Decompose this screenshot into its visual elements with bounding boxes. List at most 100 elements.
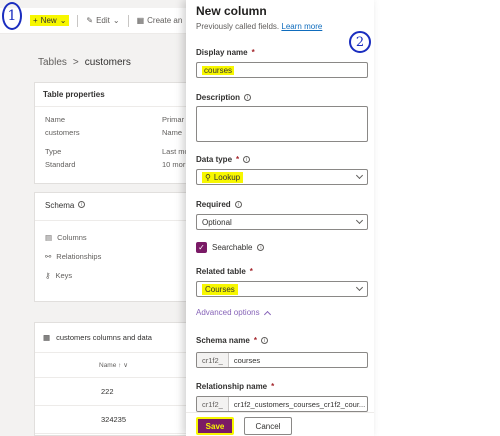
description-label-text: Description (196, 93, 241, 102)
divider (127, 14, 129, 27)
related-table-dropdown[interactable]: Courses (196, 281, 368, 297)
panel-title: New column (196, 4, 267, 18)
prop-label: Type (45, 147, 62, 156)
table-row[interactable]: 222 (35, 378, 187, 406)
chevron-down-icon: ⌄ (59, 16, 67, 25)
relationship-name-prefix: cr1f2_ (197, 397, 229, 411)
new-label: New (40, 16, 57, 25)
searchable-checkbox[interactable]: ✓ (196, 242, 207, 253)
key-icon: ⚷ (45, 271, 51, 280)
data-type-dropdown[interactable]: ⚲ Lookup (196, 169, 368, 185)
annotation-circle-2: 2 (349, 31, 371, 53)
cancel-button[interactable]: Cancel (244, 417, 292, 435)
display-name-input[interactable]: courses (196, 62, 368, 78)
info-icon: i (260, 337, 268, 344)
display-name-label-text: Display name (196, 48, 248, 57)
breadcrumb-current: customers (84, 57, 131, 68)
schema-item-keys[interactable]: ⚷ Keys (35, 265, 187, 284)
command-bar: + New ⌄ ✎ Edit ⌄ ▦ Create an (0, 8, 186, 34)
display-name-value: courses (202, 65, 235, 75)
table-properties-card: Table properties Name Primar customers N… (34, 82, 189, 184)
info-icon: i (234, 201, 242, 208)
advanced-options-label: Advanced options (196, 308, 260, 317)
chevron-down-icon (355, 216, 364, 225)
schema-name-value: courses (233, 355, 261, 365)
required-marker: * (236, 155, 240, 164)
schema-name-prefix: cr1f2_ (197, 353, 229, 367)
search-icon: ⚲ (205, 172, 211, 182)
searchable-label: Searchable (212, 243, 253, 252)
breadcrumb-tables[interactable]: Tables (38, 57, 67, 68)
relationships-icon: ⚯ (45, 252, 52, 261)
relationship-name-value: cr1f2_customers_courses_cr1f2_cour... (233, 399, 366, 409)
related-table-label-text: Related table (196, 267, 246, 276)
schema-card: Schema i ▤ Columns ⚯ Relationships ⚷ Key… (34, 192, 188, 302)
breadcrumb: Tables > customers (38, 57, 131, 68)
required-dropdown[interactable]: Optional (196, 214, 368, 230)
columns-data-title-text: customers columns and data (56, 333, 152, 342)
create-label: Create an (147, 16, 183, 25)
chevron-down-icon (355, 283, 364, 292)
relationship-name-label: Relationship name * (196, 382, 274, 391)
data-type-selected: ⚲ Lookup (202, 171, 244, 183)
info-icon: i (244, 94, 252, 101)
required-label-text: Required (196, 200, 231, 209)
edit-label: Edit (96, 16, 110, 25)
new-command[interactable]: + New ⌄ (30, 15, 70, 26)
schema-name-label: Schema name * i (196, 336, 268, 345)
required-label: Required i (196, 200, 242, 209)
required-marker: * (251, 48, 255, 57)
description-input[interactable] (196, 106, 368, 142)
advanced-options-toggle[interactable]: Advanced options (196, 308, 271, 318)
schema-item-relationships[interactable]: ⚯ Relationships (35, 246, 187, 265)
columns-data-card: ▦ customers columns and data Name ↑ ∨ 22… (34, 322, 188, 436)
schema-name-label-text: Schema name (196, 336, 250, 345)
schema-item-label: Keys (55, 271, 73, 280)
relationship-name-input[interactable]: cr1f2_ cr1f2_customers_courses_cr1f2_cou… (196, 396, 368, 412)
required-value: Optional (202, 217, 232, 227)
data-type-label: Data type * i (196, 155, 251, 164)
table-row[interactable]: 324235 (35, 406, 187, 434)
info-icon: i (243, 156, 251, 163)
pencil-icon: ✎ (86, 16, 94, 25)
annotation-2-text: 2 (355, 34, 365, 50)
panel-subtitle: Previously called fields. Learn more (196, 22, 322, 31)
prop-value: Standard (45, 160, 76, 169)
annotation-1-text: 1 (7, 8, 17, 24)
description-label: Description i (196, 93, 252, 102)
chevron-down-icon: ⌄ (112, 16, 120, 25)
edit-command[interactable]: ✎ Edit ⌄ (86, 16, 119, 25)
data-type-label-text: Data type (196, 155, 233, 164)
panel-footer: Save Cancel (186, 412, 374, 436)
divider (77, 14, 79, 27)
related-table-value: Courses (202, 283, 238, 295)
breadcrumb-separator: > (72, 57, 79, 68)
schema-item-columns[interactable]: ▤ Columns (35, 221, 187, 246)
table-properties-grid: Name Primar customers Name Type Last mo … (35, 107, 189, 177)
panel-subtitle-text: Previously called fields. (196, 22, 280, 31)
relationship-name-label-text: Relationship name (196, 382, 268, 391)
required-marker: * (271, 382, 275, 391)
schema-title-text: Schema (45, 201, 75, 210)
name-column-header[interactable]: Name ↑ ∨ (35, 353, 187, 378)
columns-data-title: ▦ customers columns and data (35, 323, 187, 353)
required-marker: * (253, 336, 257, 345)
schema-name-input[interactable]: cr1f2_ courses (196, 352, 368, 368)
info-icon: i (257, 244, 265, 251)
plus-icon: + (33, 16, 38, 25)
new-column-panel: New column Previously called fields. Lea… (186, 0, 374, 436)
learn-more-link[interactable]: Learn more (281, 22, 322, 31)
prop-label: Name (45, 115, 66, 124)
data-type-value: Lookup (213, 172, 241, 182)
required-marker: * (249, 267, 253, 276)
schema-title: Schema i (35, 193, 187, 221)
columns-icon: ▤ (45, 233, 53, 242)
prop-value: customers (45, 128, 80, 137)
chevron-up-icon (263, 310, 271, 318)
chevron-down-icon (355, 171, 364, 180)
create-command[interactable]: ▦ Create an (137, 16, 183, 25)
save-button[interactable]: Save (196, 417, 234, 435)
table-icon: ▦ (43, 333, 51, 342)
info-icon: i (78, 201, 86, 208)
table-properties-title: Table properties (35, 83, 187, 107)
